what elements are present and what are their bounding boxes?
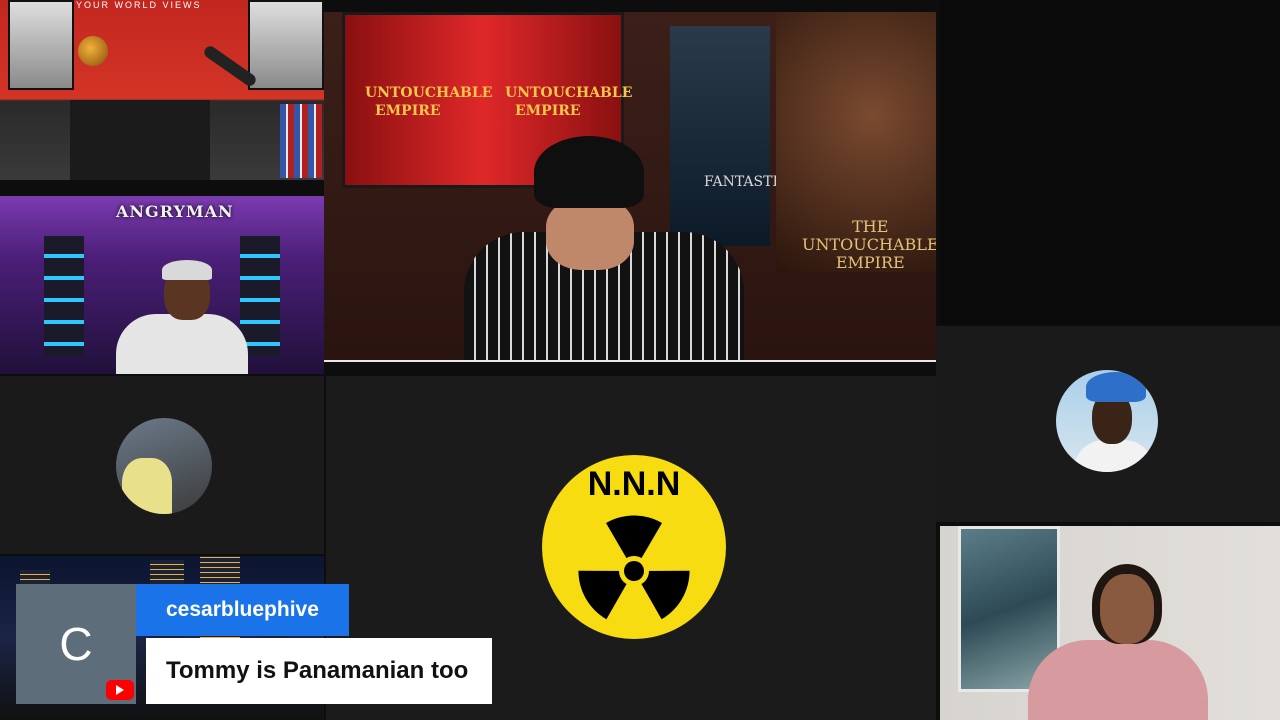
art-text-line: THE <box>852 217 889 236</box>
led-shelf-right <box>240 236 280 356</box>
participant-avatar-left <box>116 418 212 514</box>
art-text-line: EMPIRE <box>835 253 905 272</box>
participant-face <box>1100 574 1154 644</box>
video-tile-studio-red: YOUR WORLD VIEWS <box>0 0 324 180</box>
tv-text: EMPIRE <box>375 103 441 119</box>
led-shelf-left <box>44 236 84 356</box>
desk <box>70 100 210 180</box>
host-face <box>546 198 634 270</box>
comment-message: Tommy is Panamanian too <box>146 638 492 704</box>
tv-text: UNTOUCHABLE <box>505 85 633 101</box>
video-tile-webcam <box>940 526 1280 720</box>
commenter-username: cesarbluephive <box>136 584 349 636</box>
youtube-icon <box>106 680 134 700</box>
bookshelf <box>280 104 322 178</box>
video-tile-main-host: UNTOUCHABLE EMPIRE UNTOUCHABLE EMPIRE FA… <box>324 12 936 362</box>
angryman-sign: ANGRYMAN <box>116 202 234 221</box>
wall-art-text: THE UNTOUCHABLE EMPIRE <box>802 218 936 272</box>
wall-portrait-right <box>248 0 324 90</box>
tv-text: EMPIRE <box>515 103 581 119</box>
host-cap <box>534 136 644 208</box>
logo-letters: N.N.N <box>588 465 681 503</box>
video-tile-empty <box>940 0 1280 324</box>
nnn-radiation-logo: N.N.N <box>542 455 726 639</box>
lower-banner <box>324 360 936 362</box>
art-text-line: UNTOUCHABLE <box>802 235 936 254</box>
tv-text: UNTOUCHABLE <box>365 85 493 101</box>
wall-portrait <box>8 0 74 90</box>
video-tile-angryman: ANGRYMAN <box>0 196 324 374</box>
poster <box>670 26 770 246</box>
chat-comment-overlay: C cesarbluephive Tommy is Panamanian too <box>16 584 492 704</box>
globe-prop <box>78 36 108 66</box>
participant-avatar-right <box>1056 370 1158 472</box>
participant-angryman <box>86 260 248 374</box>
participant-body <box>1028 640 1208 720</box>
wall-banner-text: YOUR WORLD VIEWS <box>76 0 202 10</box>
